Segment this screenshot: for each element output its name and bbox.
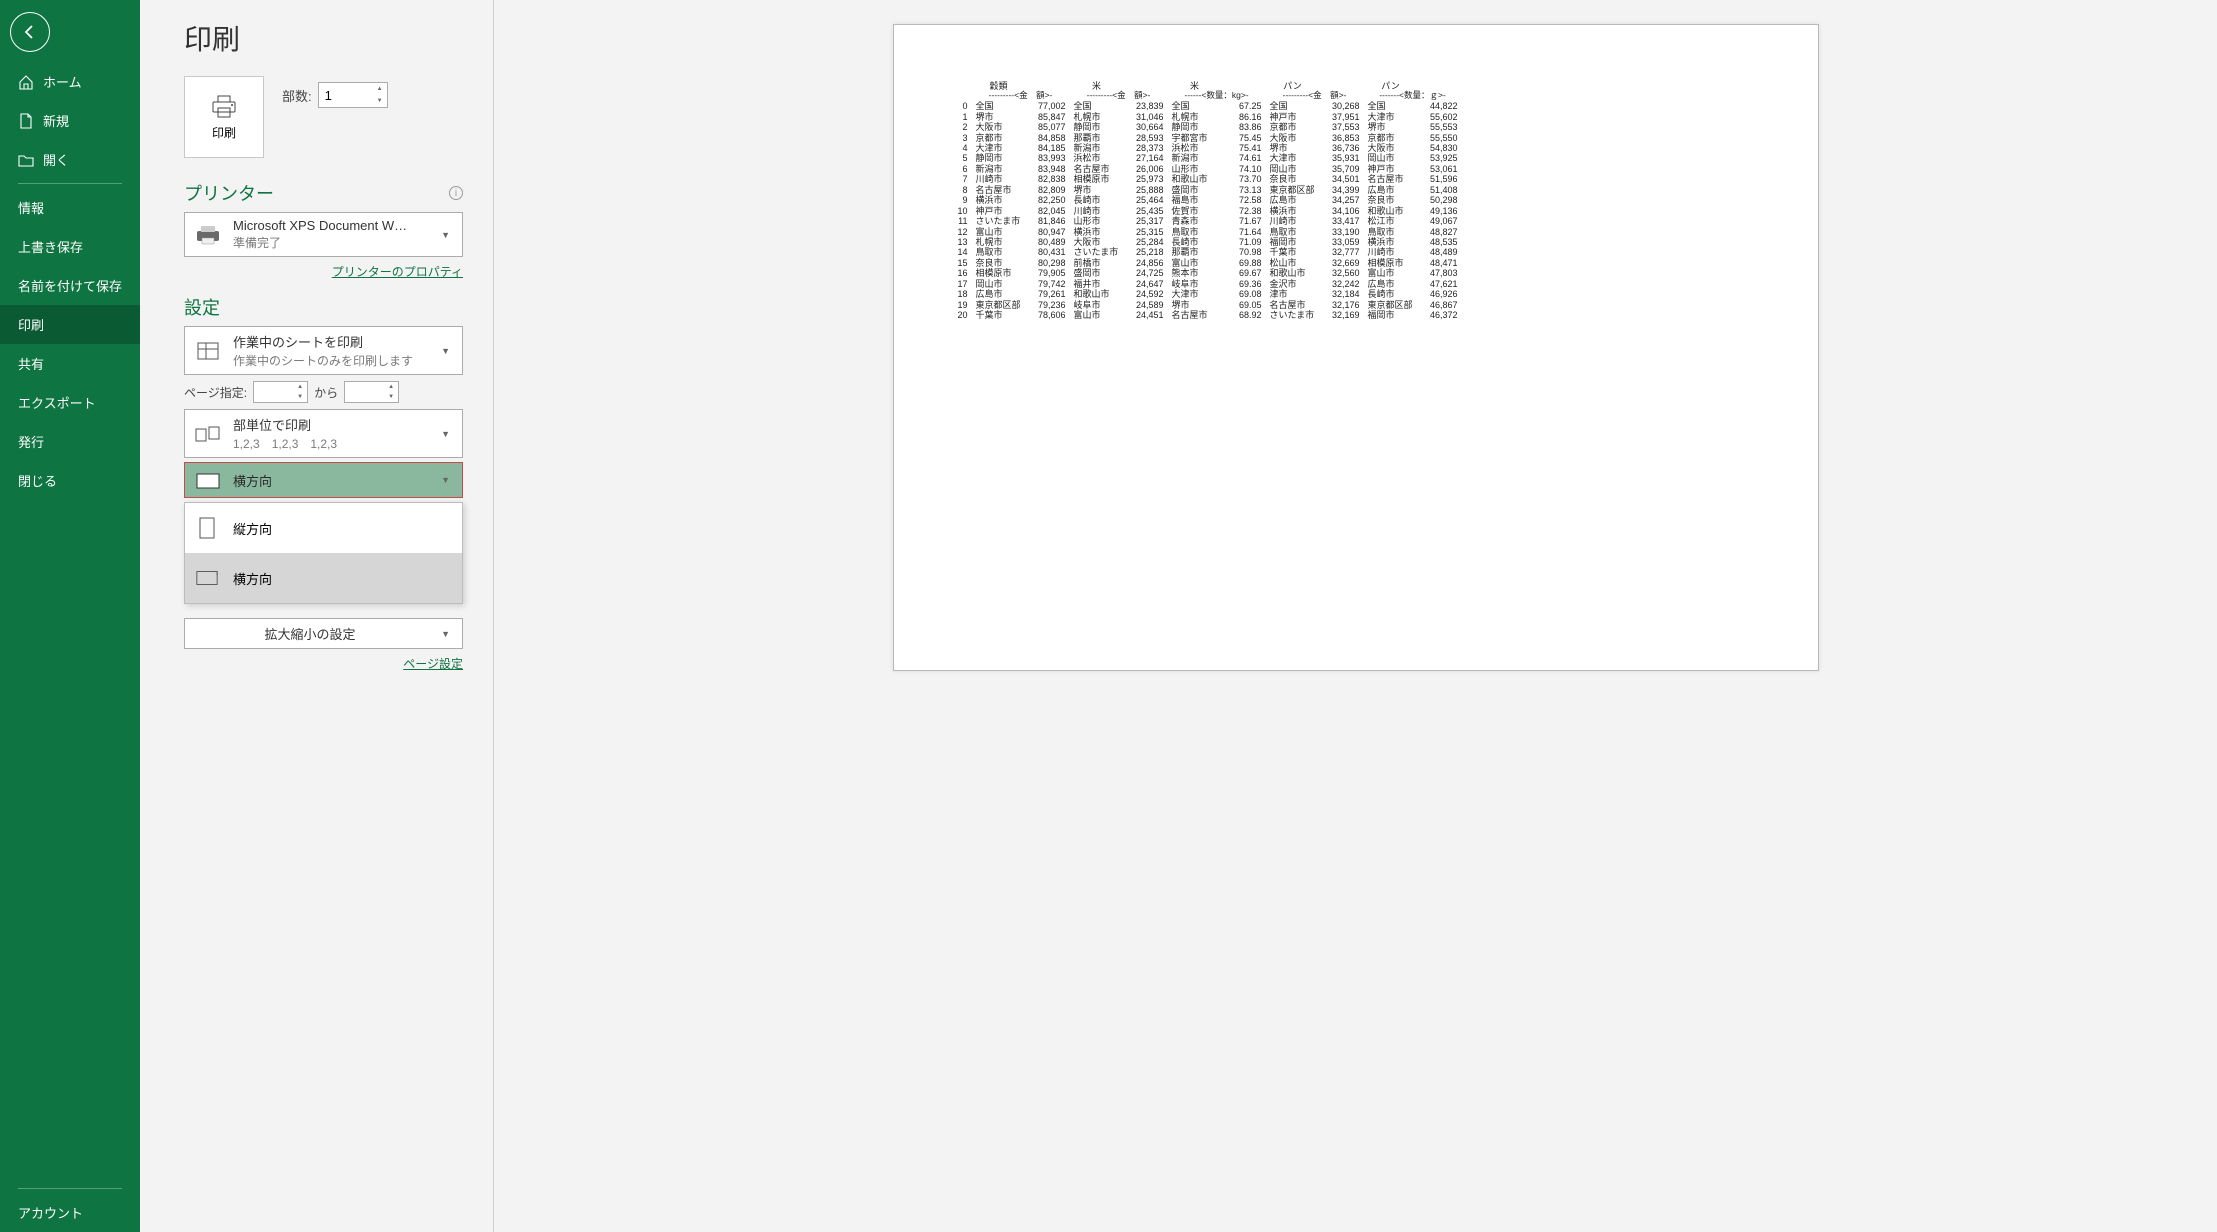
nav-save[interactable]: 上書き保存 [0,227,140,266]
chevron-down-icon: ▼ [437,346,454,356]
home-icon [18,74,34,90]
nav-open-label: 開く [43,150,69,169]
back-arrow-icon [21,23,39,41]
printer-properties-link[interactable]: プリンターのプロパティ [184,263,463,280]
print-button[interactable]: 印刷 [184,76,264,158]
collate-icon [193,422,223,446]
copies-up[interactable]: ▲ [373,83,387,95]
collate-dropdown[interactable]: 部単位で印刷 1,2,3 1,2,3 1,2,3 ▼ [184,409,463,458]
info-icon[interactable]: i [449,186,463,200]
landscape-icon [193,468,223,492]
page-range-label: ページ指定: [184,384,247,401]
nav-saveas[interactable]: 名前を付けて保存 [0,266,140,305]
orientation-landscape-option[interactable]: 横方向 [185,553,462,603]
nav-home[interactable]: ホーム [0,62,140,101]
printer-section-title: プリンター [184,180,274,206]
chevron-down-icon: ▼ [437,475,454,485]
orientation-popup: 縦方向 横方向 [184,502,463,604]
nav-home-label: ホーム [43,72,82,91]
nav-new[interactable]: 新規 [0,101,140,140]
copies-down[interactable]: ▼ [373,95,387,107]
open-icon [18,152,34,168]
nav-info[interactable]: 情報 [0,188,140,227]
nav-publish[interactable]: 発行 [0,422,140,461]
print-preview-page: 穀類米米パンパン---------<金 額>----------<金 額>---… [893,24,1819,671]
landscape-icon [195,564,219,592]
nav-close[interactable]: 閉じる [0,461,140,500]
page-setup-link[interactable]: ページ設定 [184,655,463,672]
print-what-dropdown[interactable]: 作業中のシートを印刷 作業中のシートのみを印刷します ▼ [184,326,463,375]
new-icon [18,113,34,129]
nav-new-label: 新規 [43,111,69,130]
orientation-dropdown[interactable]: 横方向 ▼ [184,462,463,498]
chevron-down-icon: ▼ [437,429,454,439]
chevron-down-icon: ▼ [437,629,454,639]
orientation-portrait-option[interactable]: 縦方向 [185,503,462,553]
scale-dropdown[interactable]: 拡大縮小の設定 ▼ [184,618,463,649]
page-title: 印刷 [184,18,463,58]
nav-export[interactable]: エクスポート [0,383,140,422]
portrait-icon [195,514,219,542]
copies-label: 部数: [282,86,312,105]
nav-share[interactable]: 共有 [0,344,140,383]
printer-dropdown[interactable]: Microsoft XPS Document W… 準備完了 ▼ [184,212,463,257]
nav-open[interactable]: 開く [0,140,140,179]
nav-print[interactable]: 印刷 [0,305,140,344]
settings-section-title: 設定 [184,294,463,320]
nav-account[interactable]: アカウント [0,1193,140,1232]
sheet-icon [193,339,223,363]
back-button[interactable] [10,12,50,52]
chevron-down-icon: ▼ [437,230,454,240]
printer-icon [210,94,238,120]
printer-device-icon [193,223,223,247]
